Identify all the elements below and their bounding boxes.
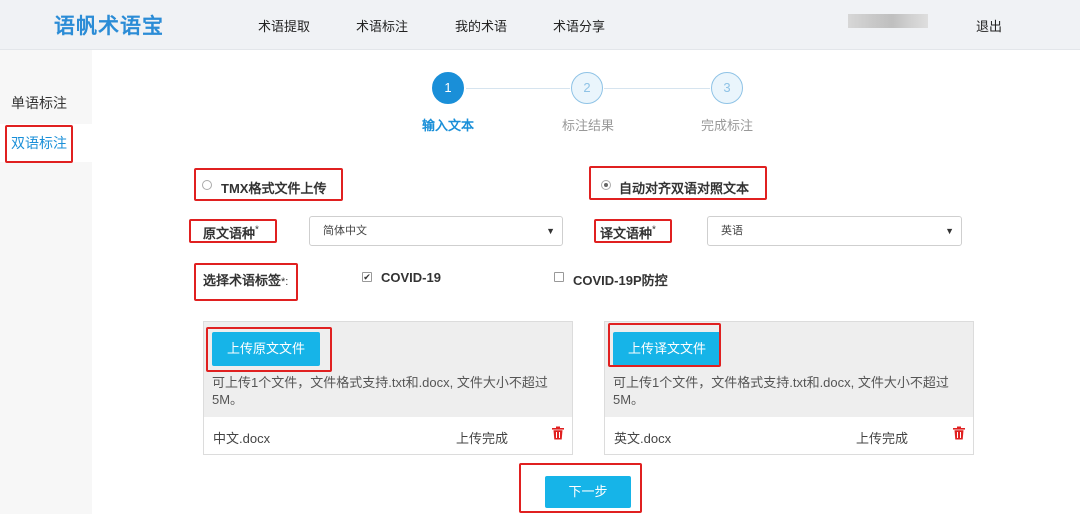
upload-target-button[interactable]: 上传译文文件 bbox=[613, 332, 721, 366]
tags-label-text: 选择术语标签 bbox=[203, 273, 282, 288]
trash-icon[interactable] bbox=[952, 426, 966, 440]
source-lang-label-text: 原文语种 bbox=[203, 226, 256, 241]
top-header: 语帆术语宝 术语提取 术语标注 我的术语 术语分享 退出 bbox=[0, 0, 1080, 50]
radio-tmx-upload[interactable] bbox=[202, 180, 212, 190]
target-lang-label: 译文语种* bbox=[600, 223, 656, 242]
source-file-name: 中文.docx bbox=[213, 431, 271, 446]
source-upload-panel: 上传原文文件 可上传1个文件，文件格式支持.txt和.docx, 文件大小不超过… bbox=[203, 321, 573, 455]
source-lang-value: 简体中文 bbox=[323, 225, 367, 237]
required-mark: * bbox=[652, 224, 656, 236]
trash-icon[interactable] bbox=[551, 426, 565, 440]
next-step-button[interactable]: 下一步 bbox=[545, 476, 631, 508]
step-2-circle: 2 bbox=[571, 72, 603, 104]
source-upload-hint: 可上传1个文件，文件格式支持.txt和.docx, 文件大小不超过5M。 bbox=[212, 375, 548, 407]
source-file-status: 上传完成 bbox=[456, 431, 509, 446]
target-upload-panel: 上传译文文件 可上传1个文件，文件格式支持.txt和.docx, 文件大小不超过… bbox=[604, 321, 974, 455]
checkbox-covid19-label[interactable]: COVID-19 bbox=[381, 270, 441, 285]
logout-link[interactable]: 退出 bbox=[976, 16, 1002, 35]
target-lang-select[interactable]: 英语 ▼ bbox=[707, 216, 962, 246]
step-1-label: 输入文本 bbox=[421, 118, 474, 133]
step-1-circle: 1 bbox=[432, 72, 464, 104]
nav-term-sharing[interactable]: 术语分享 bbox=[553, 16, 605, 35]
app-logo[interactable]: 语帆术语宝 bbox=[54, 10, 164, 40]
tags-label: 选择术语标签*: bbox=[203, 270, 288, 289]
nav-term-annotation[interactable]: 术语标注 bbox=[356, 16, 408, 35]
source-lang-select[interactable]: 简体中文 ▼ bbox=[309, 216, 563, 246]
chevron-down-icon: ▼ bbox=[546, 226, 555, 236]
checkbox-covid19-prevention-label[interactable]: COVID-19P防控 bbox=[573, 270, 668, 289]
radio-auto-align-label[interactable]: 自动对齐双语对照文本 bbox=[619, 178, 749, 197]
required-mark: *: bbox=[281, 276, 289, 288]
step-2-label: 标注结果 bbox=[561, 118, 614, 133]
checkbox-covid19-prevention[interactable] bbox=[554, 272, 564, 282]
step-connector bbox=[466, 88, 570, 89]
step-3-circle: 3 bbox=[711, 72, 743, 104]
target-file-name: 英文.docx bbox=[614, 431, 672, 446]
step-3-label: 完成标注 bbox=[700, 118, 753, 133]
radio-tmx-upload-label[interactable]: TMX格式文件上传 bbox=[221, 178, 326, 197]
target-lang-label-text: 译文语种 bbox=[600, 226, 653, 241]
sidebar-item-bilingual[interactable]: 双语标注 bbox=[0, 124, 92, 162]
required-mark: * bbox=[255, 224, 259, 236]
source-lang-label: 原文语种* bbox=[203, 223, 259, 242]
nav-term-extraction[interactable]: 术语提取 bbox=[258, 16, 310, 35]
nav-my-terms[interactable]: 我的术语 bbox=[455, 16, 507, 35]
target-upload-hint: 可上传1个文件，文件格式支持.txt和.docx, 文件大小不超过5M。 bbox=[613, 375, 949, 407]
checkbox-covid19[interactable]: ✔ bbox=[362, 272, 372, 282]
radio-auto-align[interactable] bbox=[601, 180, 611, 190]
sidebar-item-monolingual[interactable]: 单语标注 bbox=[0, 84, 92, 122]
check-icon: ✔ bbox=[363, 272, 371, 282]
target-lang-value: 英语 bbox=[721, 225, 743, 237]
sidebar: 单语标注 双语标注 bbox=[0, 50, 92, 514]
target-file-status: 上传完成 bbox=[856, 431, 909, 446]
user-avatar-blurred[interactable] bbox=[848, 14, 928, 28]
step-connector bbox=[604, 88, 710, 89]
upload-source-button[interactable]: 上传原文文件 bbox=[212, 332, 320, 366]
chevron-down-icon: ▼ bbox=[945, 226, 954, 236]
